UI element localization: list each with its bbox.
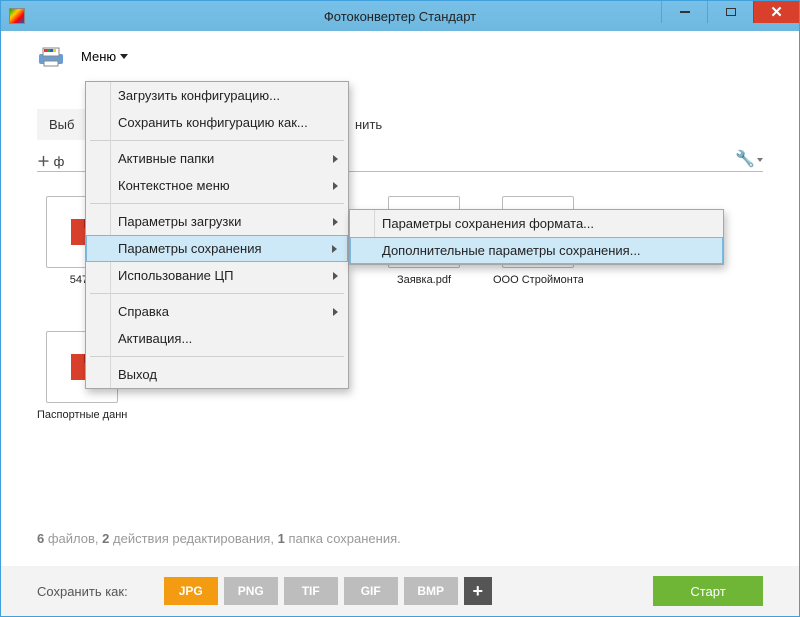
menu-item[interactable]: Выход <box>86 361 348 388</box>
chevron-right-icon <box>333 308 338 316</box>
thumb-caption: ООО Строймонтаж.pdf <box>493 274 583 286</box>
minimize-button[interactable] <box>661 1 707 23</box>
menu-separator <box>90 140 344 141</box>
caret-down-icon <box>757 158 763 162</box>
menu-item[interactable]: Активные папки <box>86 145 348 172</box>
close-button[interactable] <box>753 1 799 23</box>
format-bmp[interactable]: BMP <box>404 577 458 605</box>
menu-separator <box>90 203 344 204</box>
add-files-label[interactable]: ＋ ф <box>37 151 64 170</box>
main-menu-dropdown: Загрузить конфигурацию...Сохранить конфи… <box>85 81 349 389</box>
format-add-button[interactable]: + <box>464 577 492 605</box>
menu-separator <box>90 356 344 357</box>
format-png[interactable]: PNG <box>224 577 278 605</box>
menu-item[interactable]: Контекстное меню <box>86 172 348 199</box>
tab-select[interactable]: Выб <box>37 109 86 140</box>
save-as-label: Сохранить как: <box>37 584 128 599</box>
chevron-right-icon <box>332 245 337 253</box>
menu-item[interactable]: Справка <box>86 298 348 325</box>
menu-item[interactable]: Сохранить конфигурацию как... <box>86 109 348 136</box>
thumb-caption: Заявка.pdf <box>379 274 469 286</box>
format-buttons: JPGPNGTIFGIFBMP+ <box>164 577 498 605</box>
submenu-item[interactable]: Параметры сохранения формата... <box>350 210 723 237</box>
chevron-right-icon <box>333 218 338 226</box>
chevron-right-icon <box>333 182 338 190</box>
window-buttons <box>661 1 799 23</box>
submenu-item[interactable]: Дополнительные параметры сохранения... <box>350 237 723 264</box>
save-params-submenu: Параметры сохранения формата...Дополните… <box>349 209 724 265</box>
menu-item[interactable]: Параметры загрузки <box>86 208 348 235</box>
content-area: Меню Выб нить ＋ ф 🔧 5475fЗаявка.pdfООО С… <box>1 31 799 616</box>
maximize-button[interactable] <box>707 1 753 23</box>
menu-item[interactable]: Параметры сохранения <box>86 235 348 262</box>
start-button[interactable]: Старт <box>653 576 763 606</box>
bottom-bar: Сохранить как: JPGPNGTIFGIFBMP+ Старт <box>1 566 799 616</box>
menu-item[interactable]: Загрузить конфигурацию... <box>86 82 348 109</box>
chevron-right-icon <box>333 155 338 163</box>
format-jpg[interactable]: JPG <box>164 577 218 605</box>
menu-item[interactable]: Использование ЦП <box>86 262 348 289</box>
settings-button[interactable]: 🔧 <box>735 149 763 169</box>
menu-button[interactable]: Меню <box>73 45 136 68</box>
app-logo-icon <box>37 46 65 68</box>
tab-save-fragment: нить <box>355 117 382 132</box>
thumb-caption: Паспортные данные.pdf <box>37 409 127 421</box>
titlebar: Фотоконвертер Стандарт <box>1 1 799 31</box>
menu-item[interactable]: Активация... <box>86 325 348 352</box>
status-text: 6 файлов, 2 действия редактирования, 1 п… <box>37 531 401 546</box>
menu-separator <box>90 293 344 294</box>
caret-down-icon <box>120 54 128 59</box>
top-toolbar: Меню <box>37 45 136 68</box>
format-gif[interactable]: GIF <box>344 577 398 605</box>
format-tif[interactable]: TIF <box>284 577 338 605</box>
menu-button-label: Меню <box>81 49 116 64</box>
chevron-right-icon <box>333 272 338 280</box>
